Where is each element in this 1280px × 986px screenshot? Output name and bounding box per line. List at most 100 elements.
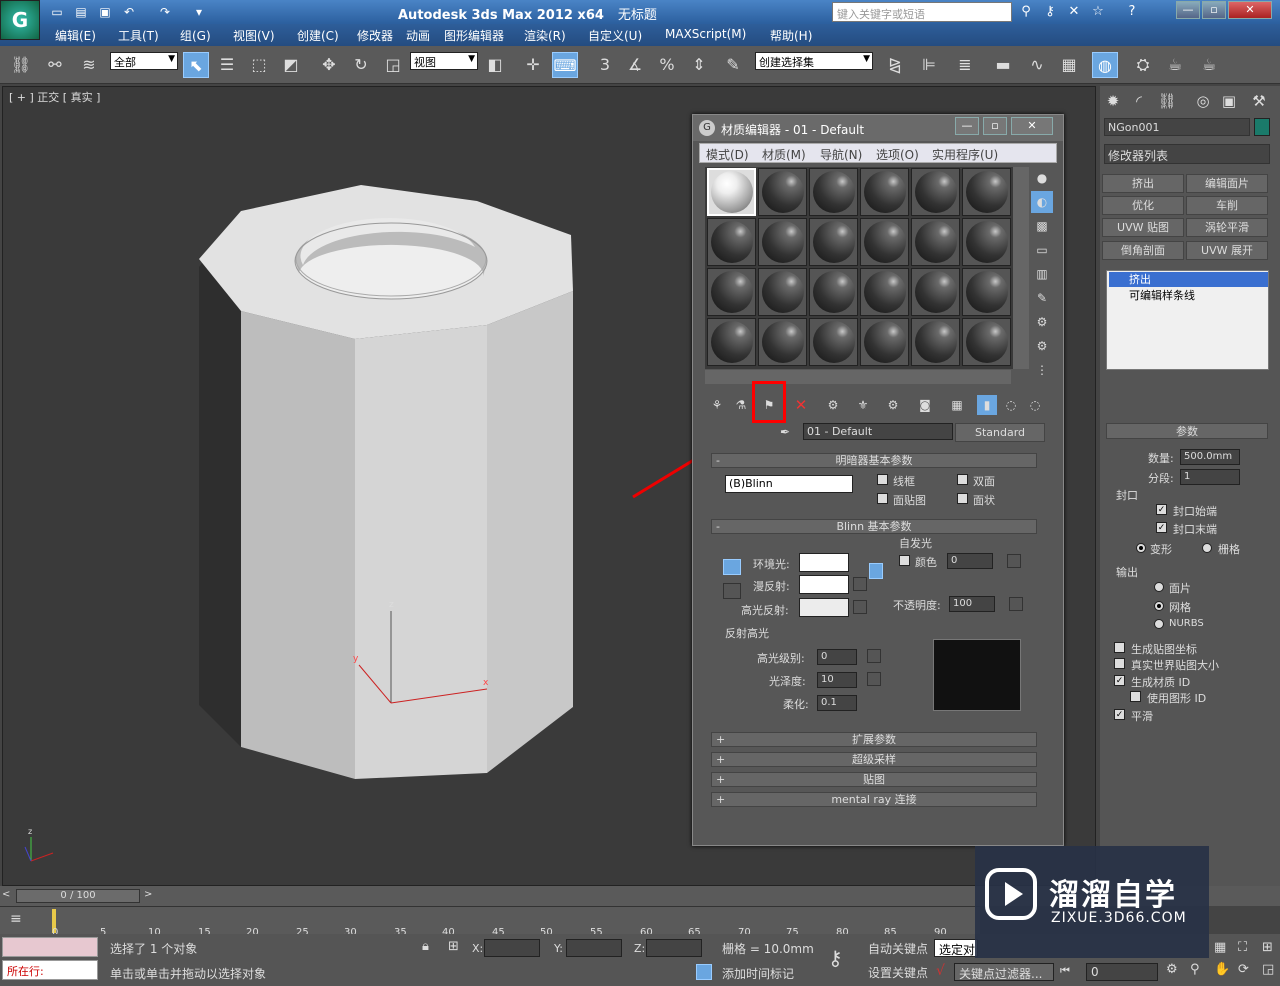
lock-ambient-diffuse-icon[interactable]	[723, 559, 741, 575]
set-key-button[interactable]: 设置关键点	[864, 963, 932, 981]
bind-spacewarp-icon[interactable]: ≋	[76, 52, 102, 78]
minimize-button[interactable]: —	[1176, 1, 1200, 19]
wire-checkbox[interactable]	[877, 474, 888, 485]
render-setup-icon[interactable]: ⛭	[1130, 52, 1156, 78]
get-material-icon[interactable]: ⚘	[707, 395, 727, 415]
specular-map-button[interactable]	[853, 600, 867, 614]
me-close-button[interactable]: ✕	[1011, 117, 1053, 135]
menu-edit[interactable]: 编辑(E)	[55, 27, 96, 44]
extended-params-rollout[interactable]: + 扩展参数	[711, 732, 1037, 747]
menu-rendering[interactable]: 渲染(R)	[524, 27, 566, 44]
ambient-color-swatch[interactable]	[799, 553, 849, 572]
specular-color-swatch[interactable]	[799, 598, 849, 617]
mesh-radio[interactable]	[1154, 601, 1164, 611]
go-to-parent-icon[interactable]: ◌	[1001, 395, 1021, 415]
slots-hscrollbar[interactable]	[705, 370, 1011, 384]
time-slider-thumb[interactable]: 0 / 100	[16, 889, 140, 903]
material-type-button[interactable]: Standard	[955, 423, 1045, 442]
maximize-viewport-icon[interactable]: ◲	[1262, 962, 1274, 977]
menu-modifiers[interactable]: 修改器	[357, 27, 393, 44]
me-menu-material[interactable]: 材质(M)	[762, 146, 806, 163]
sample-slot[interactable]	[707, 218, 756, 266]
morph-radio[interactable]	[1136, 543, 1146, 553]
mod-turbosmooth-button[interactable]: 涡轮平滑	[1186, 218, 1268, 237]
maxscript-mini-field[interactable]: 所在行:	[2, 960, 98, 980]
options-icon[interactable]: ⚙	[1031, 311, 1053, 333]
sample-slot[interactable]	[962, 268, 1011, 316]
add-time-tag-icon[interactable]	[696, 964, 712, 980]
x-coord-field[interactable]	[484, 939, 540, 957]
sample-slot[interactable]	[962, 168, 1011, 216]
motion-tab-icon[interactable]: ◎	[1192, 90, 1214, 112]
rotate-icon[interactable]: ↻	[348, 52, 374, 78]
key-mode-icon[interactable]: √	[936, 963, 945, 979]
face-map-checkbox[interactable]	[877, 493, 888, 504]
select-by-material-icon[interactable]: ⚙	[1031, 335, 1053, 357]
mod-unwrap-uvw-button[interactable]: UVW 展开	[1186, 241, 1268, 260]
mod-lathe-button[interactable]: 车削	[1186, 196, 1268, 215]
keyboard-shortcut-icon[interactable]: ⌨	[552, 52, 578, 78]
auto-key-button[interactable]: 自动关键点	[864, 939, 932, 957]
background-icon[interactable]: ▩	[1031, 215, 1053, 237]
make-unique-icon[interactable]: ⚜	[853, 395, 873, 415]
me-menu-options[interactable]: 选项(O)	[876, 146, 919, 163]
key-set-dropdown[interactable]: 选定对	[934, 939, 978, 957]
sample-slot[interactable]	[962, 218, 1011, 266]
orbit-icon[interactable]: ⟳	[1238, 962, 1249, 977]
sample-slot[interactable]	[809, 168, 858, 216]
map-lock-icon[interactable]	[869, 563, 883, 579]
shader-type-dropdown[interactable]: (B)Blinn	[725, 475, 853, 493]
pan-icon[interactable]: ✋	[1214, 962, 1230, 977]
two-sided-checkbox[interactable]	[957, 474, 968, 485]
put-to-library-icon[interactable]: ⚙	[883, 395, 903, 415]
segments-spinner[interactable]: 1	[1180, 469, 1240, 485]
sample-slot[interactable]	[911, 318, 960, 366]
save-file-icon[interactable]: ▣	[96, 3, 114, 21]
copy-material-icon[interactable]: ⚙	[823, 395, 843, 415]
key-icon[interactable]: ⚷	[1040, 3, 1060, 21]
new-file-icon[interactable]: ▭	[48, 3, 66, 21]
maxscript-listener-field[interactable]	[2, 937, 98, 957]
align-icon[interactable]: ⊫	[916, 52, 942, 78]
gen-matid-checkbox[interactable]: ✓	[1114, 675, 1125, 686]
prev-frame-icon[interactable]: <	[2, 889, 14, 903]
use-shape-id-checkbox[interactable]	[1130, 691, 1141, 702]
sample-slot[interactable]	[911, 218, 960, 266]
show-end-result-icon[interactable]: ▮	[977, 395, 997, 415]
mod-optimize-button[interactable]: 优化	[1102, 196, 1184, 215]
opacity-spinner[interactable]: 100	[949, 596, 995, 612]
link-icon[interactable]: ⛓	[8, 52, 34, 78]
uv-tiling-icon[interactable]: ▭	[1031, 239, 1053, 261]
grid-radio[interactable]	[1202, 543, 1212, 553]
menu-create[interactable]: 创建(C)	[297, 27, 339, 44]
eyedropper-icon[interactable]: ✒	[775, 422, 795, 442]
move-icon[interactable]: ✥	[316, 52, 342, 78]
put-to-scene-icon[interactable]: ⚗	[731, 395, 751, 415]
blinn-basic-rollout[interactable]: - Blinn 基本参数	[711, 519, 1037, 534]
menu-tools[interactable]: 工具(T)	[118, 27, 159, 44]
modify-tab-icon[interactable]: ◜	[1128, 90, 1150, 112]
hierarchy-tab-icon[interactable]: ⛓	[1156, 90, 1178, 112]
sample-slot[interactable]	[758, 168, 807, 216]
mod-bevel-profile-button[interactable]: 倒角剖面	[1102, 241, 1184, 260]
shader-basic-rollout[interactable]: - 明暗器基本参数	[711, 453, 1037, 468]
maximize-button[interactable]: ▫	[1202, 1, 1226, 19]
go-forward-icon[interactable]: ◌	[1025, 395, 1045, 415]
object-name-field[interactable]: NGon001	[1104, 118, 1250, 136]
glossiness-map-button[interactable]	[867, 672, 881, 686]
z-coord-field[interactable]	[646, 939, 702, 957]
select-by-name-icon[interactable]: ☰	[214, 52, 240, 78]
stack-item-extrude[interactable]: 挤出	[1109, 272, 1268, 287]
maps-rollout[interactable]: + 贴图	[711, 772, 1037, 787]
help-icon[interactable]: ?	[1122, 3, 1142, 21]
percent-snap-icon[interactable]: %	[654, 52, 680, 78]
params-rollout[interactable]: 参数	[1106, 423, 1268, 439]
mod-extrude-button[interactable]: 挤出	[1102, 174, 1184, 193]
smooth-checkbox[interactable]: ✓	[1114, 709, 1125, 720]
absolute-mode-icon[interactable]: ⊞	[448, 939, 459, 954]
add-time-tag[interactable]: 添加时间标记	[718, 964, 814, 982]
snaps-toggle-icon[interactable]: 3	[592, 52, 618, 78]
display-tab-icon[interactable]: ▣	[1218, 90, 1240, 112]
sample-slot[interactable]	[707, 268, 756, 316]
angle-snap-icon[interactable]: ∡	[622, 52, 648, 78]
